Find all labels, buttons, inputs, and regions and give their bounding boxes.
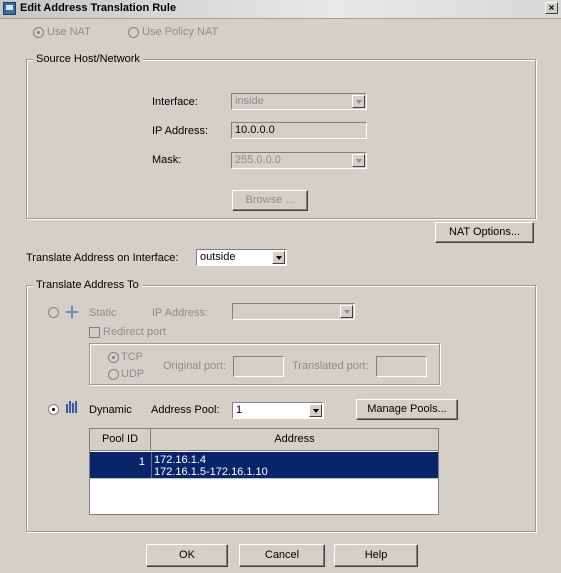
- pool-id-header[interactable]: Pool ID: [90, 429, 151, 451]
- dynamic-radio[interactable]: [48, 404, 59, 415]
- chevron-down-icon: [352, 154, 365, 167]
- source-mask-value: 255.0.0.0: [235, 154, 281, 166]
- mask-label: Mask:: [152, 154, 182, 166]
- source-ip-address-field[interactable]: 10.0.0.0: [231, 122, 367, 139]
- pool-table: Pool ID Address 1 172.16.1.4 172.16.1.5-…: [89, 428, 439, 515]
- static-ip-label: IP Address:: [152, 307, 209, 319]
- close-button[interactable]: ×: [545, 2, 558, 14]
- ip-address-label: IP Address:: [152, 125, 209, 137]
- original-port-field[interactable]: [233, 356, 284, 377]
- address-pool-value: 1: [236, 404, 243, 416]
- translate-interface-select[interactable]: outside: [196, 249, 287, 266]
- browse-button[interactable]: Browse ...: [232, 190, 308, 211]
- address-cell-line-2: 172.16.1.5-172.16.1.10: [154, 466, 268, 478]
- address-pool-select[interactable]: 1: [232, 402, 324, 419]
- source-interface-value: inside: [235, 95, 264, 107]
- app-icon: [3, 2, 16, 15]
- row-divider: [90, 478, 438, 479]
- address-cell-line-1: 172.16.1.4: [154, 454, 206, 466]
- dynamic-pool-icon: [66, 401, 78, 413]
- translate-interface-label: Translate Address on Interface:: [26, 252, 179, 264]
- interface-label: Interface:: [152, 96, 198, 108]
- source-mask-select[interactable]: 255.0.0.0: [231, 152, 367, 169]
- table-row[interactable]: 1 172.16.1.4 172.16.1.5-172.16.1.10: [90, 452, 438, 478]
- translated-port-field[interactable]: [376, 356, 427, 377]
- static-label: Static: [89, 307, 117, 319]
- tcp-radio[interactable]: [108, 352, 119, 363]
- udp-label: UDP: [121, 368, 145, 380]
- column-separator: [151, 452, 152, 478]
- use-nat-radio[interactable]: [33, 27, 44, 38]
- translated-port-label: Translated port:: [292, 360, 369, 372]
- pool-id-cell: 1: [138, 456, 145, 468]
- translate-group-legend: Translate Address To: [33, 279, 142, 291]
- manage-pools-button[interactable]: Manage Pools...: [356, 399, 458, 420]
- redirect-port-checkbox[interactable]: [89, 327, 100, 338]
- dynamic-label: Dynamic: [89, 404, 132, 416]
- chevron-down-icon: [272, 251, 285, 264]
- original-port-label: Original port:: [163, 360, 226, 372]
- chevron-down-icon: [309, 404, 322, 417]
- window-title: Edit Address Translation Rule: [20, 2, 177, 14]
- tcp-label: TCP: [121, 351, 143, 363]
- help-button[interactable]: Help: [334, 544, 418, 567]
- address-header[interactable]: Address: [151, 429, 438, 451]
- translate-interface-value: outside: [200, 251, 236, 263]
- static-radio[interactable]: [48, 307, 59, 318]
- title-bar: Edit Address Translation Rule ×: [0, 0, 561, 19]
- static-mapping-icon: [66, 306, 78, 318]
- static-ip-select[interactable]: [232, 303, 355, 320]
- nat-options-button[interactable]: NAT Options...: [435, 222, 534, 243]
- cancel-button[interactable]: Cancel: [239, 544, 325, 567]
- source-group-legend: Source Host/Network: [33, 53, 143, 65]
- chevron-down-icon: [340, 305, 353, 318]
- udp-radio[interactable]: [108, 369, 119, 380]
- use-policy-nat-label: Use Policy NAT: [142, 26, 219, 38]
- address-pool-label: Address Pool:: [151, 404, 220, 416]
- use-policy-nat-radio[interactable]: [128, 27, 139, 38]
- redirect-port-label: Redirect port: [103, 326, 166, 338]
- use-nat-label: Use NAT: [47, 26, 91, 38]
- source-ip-value: 10.0.0.0: [235, 124, 275, 136]
- dialog-window: Edit Address Translation Rule × Use NAT …: [0, 0, 561, 573]
- chevron-down-icon: [352, 95, 365, 108]
- ok-button[interactable]: OK: [146, 544, 228, 567]
- source-interface-select[interactable]: inside: [231, 93, 367, 110]
